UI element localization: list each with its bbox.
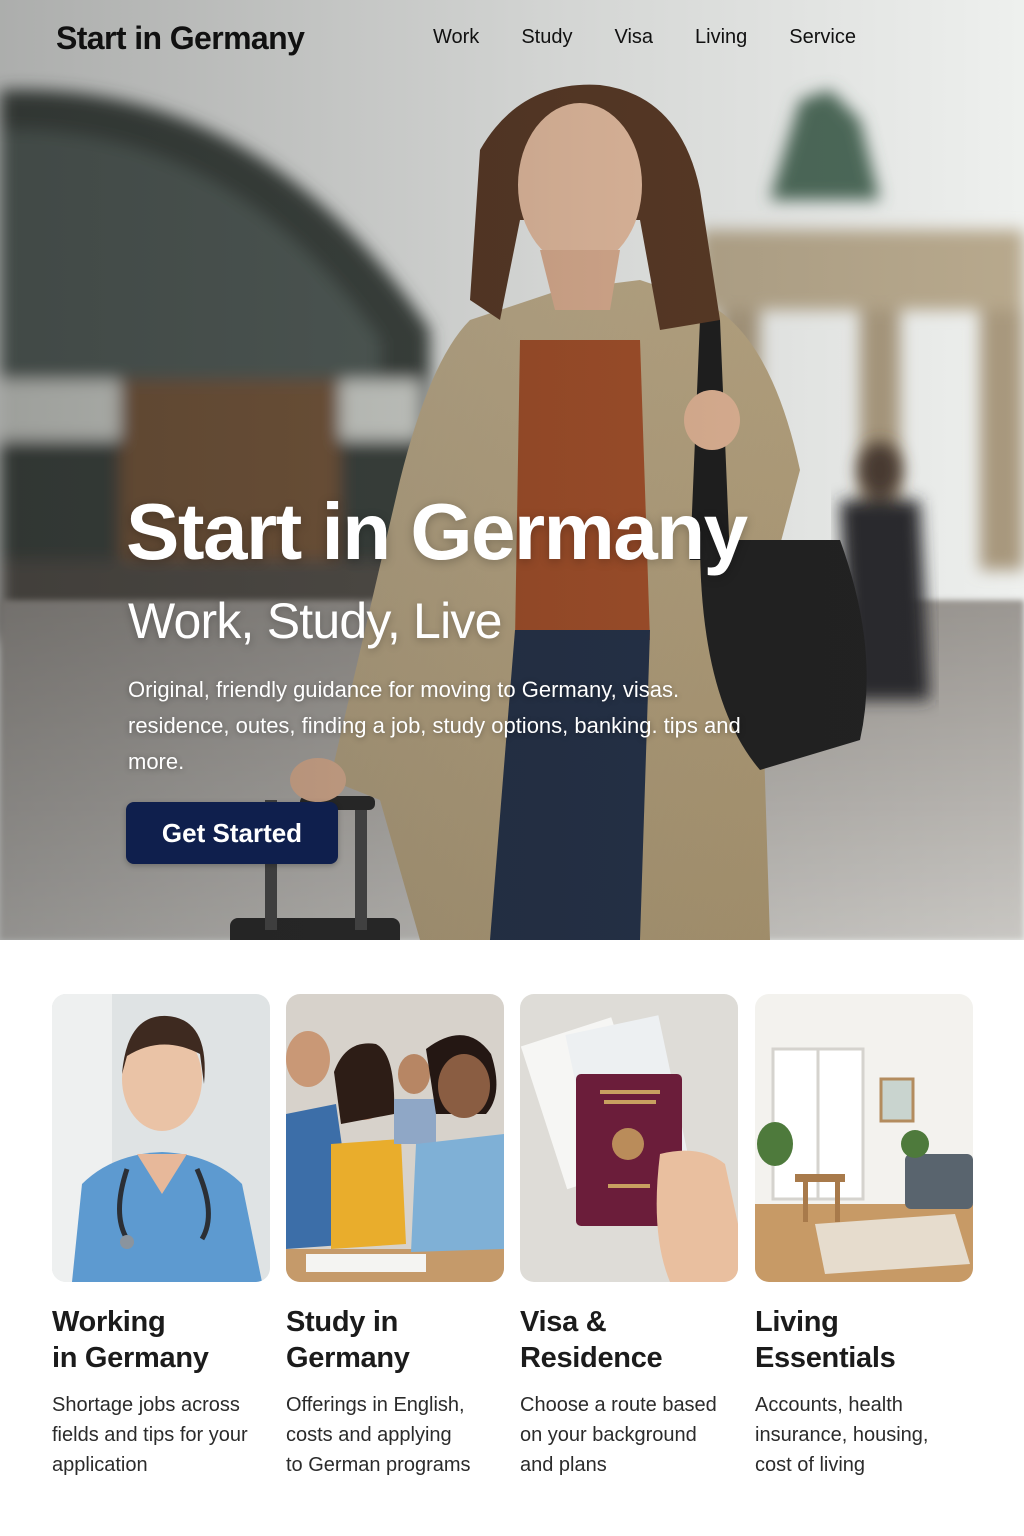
card-visa[interactable]: Visa & Residence Choose a route based on…	[520, 994, 740, 1480]
hero-section: Start in Germany Work Study Visa Living …	[0, 0, 1024, 940]
nurse-photo	[52, 994, 270, 1282]
passport-photo	[520, 994, 738, 1282]
card-working[interactable]: Working in Germany Shortage jobs across …	[52, 994, 272, 1480]
main-nav: Work Study Visa Living Service	[412, 26, 877, 49]
nav-item-living[interactable]: Living	[674, 26, 768, 49]
top-navigation-bar: Start in Germany Work Study Visa Living …	[0, 0, 1024, 76]
card-description: Accounts, health insurance, housing, cos…	[755, 1394, 929, 1476]
brand-logo-text[interactable]: Start in Germany	[56, 20, 305, 57]
nav-item-service[interactable]: Service	[768, 26, 877, 49]
apartment-photo	[755, 994, 973, 1282]
nav-item-visa[interactable]: Visa	[593, 26, 674, 49]
feature-cards: Working in Germany Shortage jobs across …	[52, 994, 982, 1494]
card-title: Working in Germany	[52, 1306, 209, 1374]
card-study[interactable]: Study in Germany Offerings in English, c…	[286, 994, 506, 1480]
hero-subtitle: Work, Study, Live	[128, 593, 502, 649]
hero-scrim	[0, 0, 1024, 940]
card-description: Shortage jobs across fields and tips for…	[52, 1394, 248, 1476]
hero-title: Start in Germany	[126, 487, 748, 576]
card-description: Choose a route based on your background …	[520, 1394, 717, 1476]
students-photo	[286, 994, 504, 1282]
nav-item-work[interactable]: Work	[412, 26, 500, 49]
nav-item-study[interactable]: Study	[500, 26, 593, 49]
card-description: Offerings in English, costs and applying…	[286, 1394, 471, 1476]
hero-description: Original, friendly guidance for moving t…	[128, 677, 741, 774]
card-title: Visa & Residence	[520, 1306, 663, 1374]
get-started-button[interactable]: Get Started	[126, 802, 338, 864]
card-title: Study in Germany	[286, 1306, 410, 1374]
card-title: Living Essentials	[755, 1306, 896, 1374]
card-living[interactable]: Living Essentials Accounts, health insur…	[755, 994, 975, 1480]
